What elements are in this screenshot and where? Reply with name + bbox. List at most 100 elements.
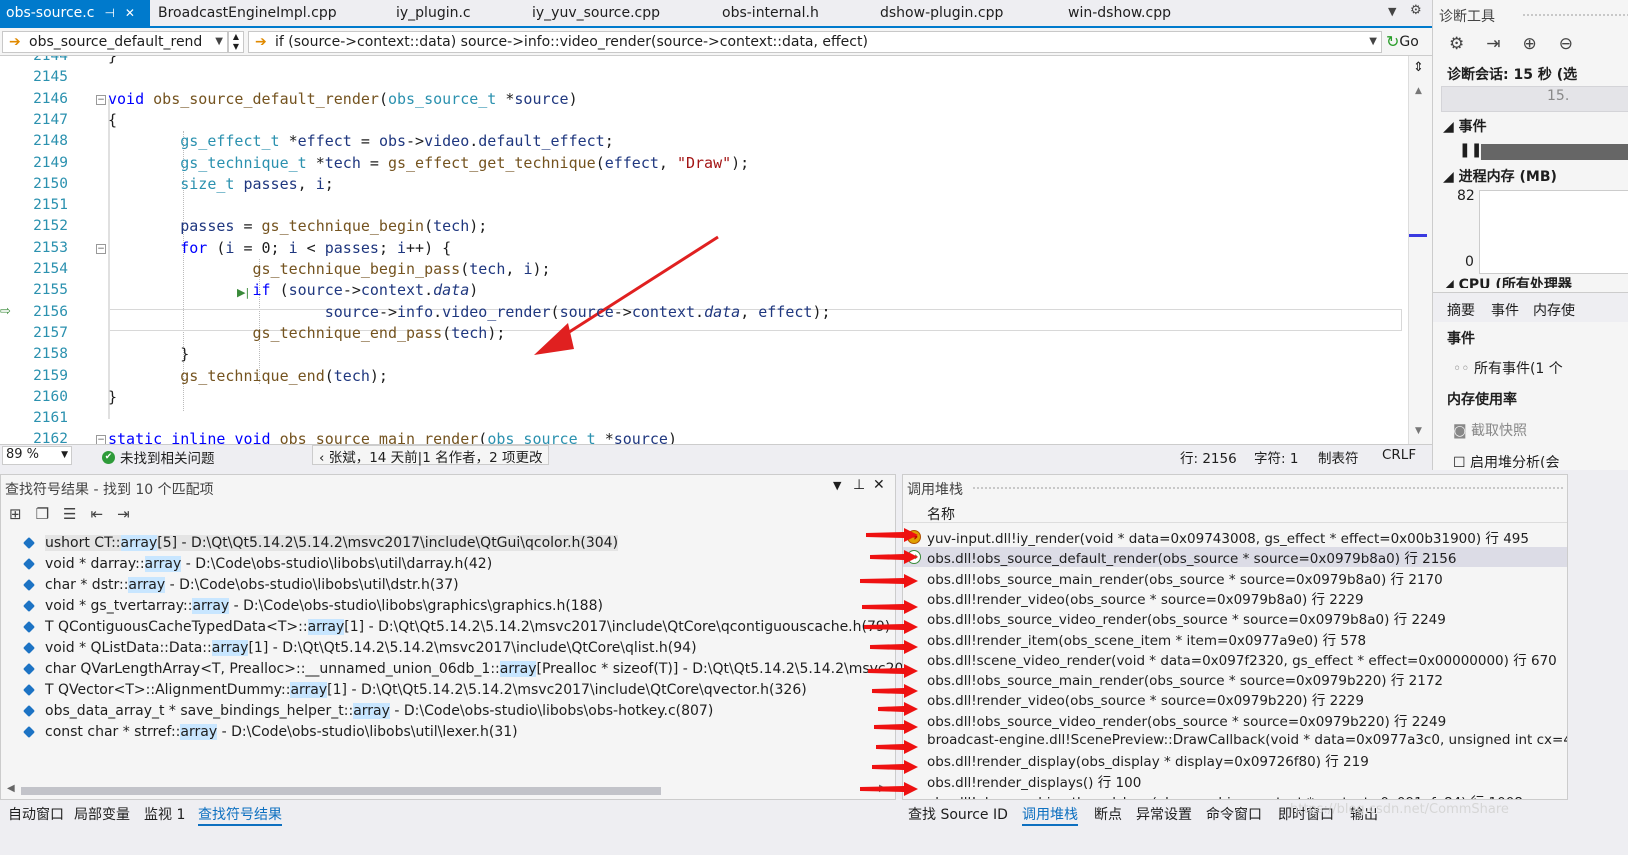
tab-dropdown-icon[interactable]: ▼: [1388, 5, 1396, 18]
code-editor[interactable]: 2144 2145 2146 2147 2148 2149 2150 2151 2152 2153…: [0, 56, 1408, 444]
name-column-header[interactable]: 名称: [927, 504, 955, 524]
tab-obs-source[interactable]: obs-source.c ⊣ ✕: [0, 0, 150, 26]
code-line[interactable]: }: [108, 56, 117, 65]
zoom-in-icon[interactable]: ⊕: [1523, 34, 1537, 54]
export-icon[interactable]: ⇥: [1486, 34, 1500, 54]
code-line[interactable]: }: [108, 345, 189, 363]
bottom-tab[interactable]: 查找 Source ID: [908, 804, 1008, 824]
code-line[interactable]: if (source->context.data): [108, 281, 479, 299]
find-result-item[interactable]: obs_data_array_t * save_bindings_helper_…: [23, 701, 713, 721]
bottom-tab[interactable]: 断点: [1094, 804, 1122, 824]
scroll-down-icon[interactable]: ▼: [1415, 426, 1422, 436]
tab-win-dshow[interactable]: win-dshow.cpp: [1062, 0, 1171, 26]
pin-icon[interactable]: ⊥: [853, 477, 865, 493]
next-result-icon[interactable]: ⇥: [117, 505, 130, 523]
find-result-item[interactable]: char * dstr::array - D:\Code\obs-studio\…: [23, 575, 459, 595]
gear-icon[interactable]: ⚙: [1410, 3, 1422, 18]
split-spinner[interactable]: ▲ ▼: [228, 31, 244, 53]
find-result-item[interactable]: const char * strref::array - D:\Code\obs…: [23, 722, 518, 742]
settings-icon[interactable]: ⚙: [1449, 34, 1464, 54]
tab-iy-plugin[interactable]: iy_plugin.c: [390, 0, 471, 26]
eol-indicator[interactable]: CRLF: [1382, 447, 1416, 463]
line-indicator[interactable]: 行: 2156: [1180, 447, 1237, 467]
editor-scrollbar[interactable]: ⇕ ▲ ▼: [1408, 56, 1432, 444]
column-indicator[interactable]: 字符: 1: [1254, 447, 1298, 467]
call-stack-frame[interactable]: yuv-input.dll!iy_render(void * data=0x09…: [927, 527, 1529, 547]
call-stack-frame[interactable]: obs.dll!render_video(obs_source * source…: [927, 689, 1364, 709]
statement-combo[interactable]: ➔ if (source->context::data) source->info…: [248, 31, 1382, 53]
call-stack-frame[interactable]: obs.dll!render_display(obs_display * dis…: [927, 750, 1369, 770]
bottom-tab[interactable]: 监视 1: [144, 804, 185, 824]
code-line[interactable]: }: [108, 388, 117, 406]
call-stack-frame[interactable]: obs.dll!obs_source_video_render(obs_sour…: [927, 710, 1446, 730]
tabs-indicator[interactable]: 制表符: [1318, 447, 1359, 467]
code-line[interactable]: {: [108, 111, 117, 129]
code-line[interactable]: for (i = 0; i < passes; i++) {: [108, 239, 451, 257]
call-stack-frame[interactable]: obs.dll!render_video(obs_source * source…: [927, 588, 1364, 608]
close-icon[interactable]: ✕: [873, 477, 885, 493]
bottom-tab[interactable]: 异常设置: [1136, 804, 1192, 824]
timeline-ruler[interactable]: [1441, 86, 1628, 112]
find-result-item[interactable]: void * QListData::Data::array[1] - D:\Qt…: [23, 638, 697, 658]
find-result-item[interactable]: ushort CT::array[5] - D:\Qt\Qt5.14.2\5.1…: [23, 533, 619, 553]
tab-memory[interactable]: 内存使: [1533, 300, 1575, 320]
tab-summary[interactable]: 摘要: [1447, 300, 1475, 320]
tab-events[interactable]: 事件: [1491, 300, 1519, 320]
call-stack-frame[interactable]: obs.dll!obs_source_main_render(obs_sourc…: [927, 669, 1443, 689]
all-events-link[interactable]: ◦◦ 所有事件(1 个: [1453, 358, 1563, 378]
bottom-tab[interactable]: 自动窗口: [8, 804, 64, 824]
find-result-item[interactable]: void * gs_tvertarray::array - D:\Code\ob…: [23, 596, 603, 616]
go-button[interactable]: ↻ Go: [1386, 32, 1419, 51]
code-line[interactable]: source->info.video_render(source->contex…: [108, 303, 831, 321]
tab-dshow-plugin[interactable]: dshow-plugin.cpp: [874, 0, 1003, 26]
code-line[interactable]: passes = gs_technique_begin(tech);: [108, 217, 487, 235]
call-stack-frame[interactable]: broadcast-engine.dll!ScenePreview::DrawC…: [927, 730, 1567, 750]
copy-icon[interactable]: ❐: [36, 505, 49, 523]
call-stack-frame[interactable]: obs.dll!obs_source_main_render(obs_sourc…: [927, 568, 1443, 588]
tab-iy-yuv-source[interactable]: iy_yuv_source.cpp: [526, 0, 660, 26]
tab-obs-internal[interactable]: obs-internal.h: [716, 0, 819, 26]
scroll-up-icon[interactable]: ▲: [1415, 86, 1422, 96]
find-result-item[interactable]: T QContiguousCacheTypedData<T>::array[1]…: [23, 617, 890, 637]
code-line[interactable]: gs_technique_end(tech);: [108, 367, 388, 385]
fold-toggle-icon[interactable]: −: [96, 435, 106, 444]
fold-toggle-icon[interactable]: −: [96, 243, 106, 254]
zoom-combo[interactable]: 89 % ▼: [2, 446, 72, 465]
scroll-left-icon[interactable]: ◀: [7, 783, 15, 794]
code-line[interactable]: gs_effect_t *effect = obs->video.default…: [108, 132, 614, 150]
take-snapshot-button[interactable]: ◙ 截取快照: [1453, 420, 1527, 440]
code-line[interactable]: static inline void obs_source_main_rende…: [108, 430, 677, 444]
code-line[interactable]: void obs_source_default_render(obs_sourc…: [108, 90, 578, 108]
close-icon[interactable]: ✕: [125, 6, 135, 20]
cpu-section[interactable]: ◢ CPU (所有处理器: [1443, 274, 1572, 288]
events-section[interactable]: ◢ 事件: [1443, 116, 1487, 136]
horizontal-scrollbar-thumb[interactable]: [21, 787, 661, 795]
call-stack-frame[interactable]: obs.dll!render_item(obs_scene_item * ite…: [927, 629, 1366, 649]
call-stack-frame[interactable]: obs.dll!obs_source_default_render(obs_so…: [927, 547, 1456, 567]
split-icon[interactable]: ⇕: [1413, 60, 1424, 75]
clear-icon[interactable]: ☰: [63, 505, 76, 523]
pin-icon[interactable]: ⊣: [104, 6, 114, 20]
bottom-tab[interactable]: 命令窗口: [1206, 804, 1262, 824]
call-stack-frame[interactable]: obs.dll!scene_video_render(void * data=0…: [927, 649, 1557, 669]
pause-icon[interactable]: ❚❚: [1459, 142, 1482, 158]
zoom-out-icon[interactable]: ⊖: [1559, 34, 1573, 54]
prev-result-icon[interactable]: ⇤: [90, 505, 103, 523]
tab-broadcast-engine[interactable]: BroadcastEngineImpl.cpp: [152, 0, 337, 26]
bottom-tab[interactable]: 调用堆栈: [1022, 804, 1078, 826]
find-result-item[interactable]: void * darray::array - D:\Code\obs-studi…: [23, 554, 492, 574]
bottom-tab[interactable]: 局部变量: [74, 804, 130, 824]
code-line[interactable]: gs_technique_begin_pass(tech, i);: [108, 260, 551, 278]
find-result-item[interactable]: T QVector<T>::AlignmentDummy::array[1] -…: [23, 680, 807, 700]
code-line[interactable]: gs_technique_end_pass(tech);: [108, 324, 506, 342]
git-blame-indicator[interactable]: ‹ 张斌，14 天前|1 名作者，2 项更改: [312, 445, 550, 466]
call-stack-frame[interactable]: obs.dll!obs_graphics_thread_loop(obs_gra…: [927, 791, 1523, 799]
issues-indicator[interactable]: ✔ 未找到相关问题: [102, 447, 215, 467]
code-line[interactable]: gs_technique_t *tech = gs_effect_get_tec…: [108, 154, 749, 172]
dropdown-icon[interactable]: ▼: [833, 479, 841, 492]
code-line[interactable]: size_t passes, i;: [108, 175, 334, 193]
heap-profiling-checkbox[interactable]: ☐ 启用堆分析(会: [1453, 452, 1559, 468]
call-stack-frame[interactable]: obs.dll!obs_source_video_render(obs_sour…: [927, 608, 1446, 628]
function-combo[interactable]: ➔ obs_source_default_rend ▼: [2, 31, 228, 53]
fold-toggle-icon[interactable]: −: [96, 94, 106, 105]
